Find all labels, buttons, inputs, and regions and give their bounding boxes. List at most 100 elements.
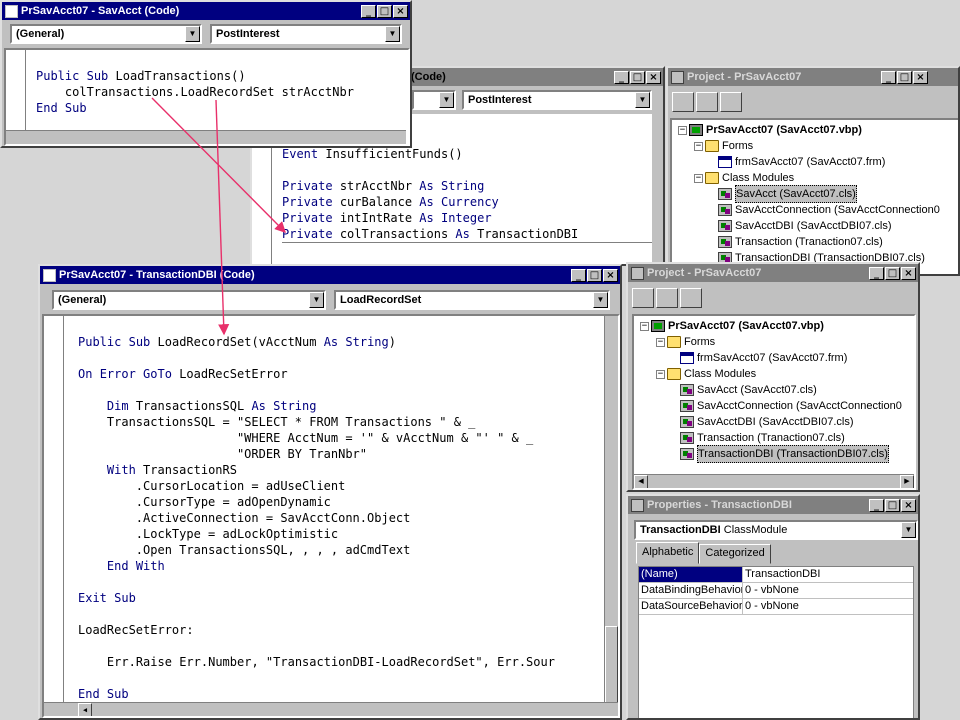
code-line[interactable]: "WHERE AcctNum = '" & vAcctNum & "' " & … xyxy=(78,430,618,446)
code-line[interactable]: "ORDER BY TranNbr" xyxy=(78,446,618,462)
folder-node[interactable]: − Class Modules xyxy=(694,170,794,186)
property-row[interactable]: (Name) TransactionDBI xyxy=(639,567,913,583)
code-line[interactable]: Private colTransactions As TransactionDB… xyxy=(282,226,652,242)
chevron-down-icon[interactable]: ▼ xyxy=(635,92,650,108)
chevron-down-icon[interactable]: ▼ xyxy=(439,92,454,108)
maximize-button[interactable]: □ xyxy=(897,70,912,84)
class-module-node[interactable]: SavAcctConnection (SavAcctConnection0 xyxy=(680,398,902,414)
code-line[interactable]: LoadRecSetError: xyxy=(78,622,618,638)
code-line[interactable] xyxy=(282,162,652,178)
code-line[interactable] xyxy=(78,638,618,654)
view-object-icon[interactable] xyxy=(696,92,718,112)
collapse-icon[interactable]: − xyxy=(640,321,649,331)
class-module-node[interactable]: SavAcctDBI (SavAcctDBI07.cls) xyxy=(680,414,854,430)
vertical-scrollbar[interactable] xyxy=(604,316,618,716)
close-button[interactable]: × xyxy=(603,268,618,282)
code-line[interactable]: End Sub xyxy=(78,686,618,702)
collapse-icon[interactable]: − xyxy=(656,337,665,347)
code-line[interactable]: Private strAcctNbr As String xyxy=(282,178,652,194)
maximize-button[interactable]: □ xyxy=(377,4,392,18)
view-code-icon[interactable] xyxy=(672,92,694,112)
project-bottom-titlebar[interactable]: Project - PrSavAcct07 _ □ × xyxy=(628,264,918,282)
maximize-button[interactable]: □ xyxy=(885,266,900,280)
scroll-left-icon[interactable]: ◀ xyxy=(78,703,92,716)
minimize-button[interactable]: _ xyxy=(361,4,376,18)
maximize-button[interactable]: □ xyxy=(587,268,602,282)
code-line[interactable]: End Sub xyxy=(36,100,408,116)
class-module-node[interactable]: Transaction (Tranaction07.cls) xyxy=(680,430,845,446)
code-line[interactable]: On Error GoTo LoadRecSetError xyxy=(78,366,618,382)
close-button[interactable]: × xyxy=(393,4,408,18)
code-line[interactable]: .Open TransactionsSQL, , , , adCmdText xyxy=(78,542,618,558)
main-code-editor[interactable]: Public Sub LoadRecordSet(vAcctNum As Str… xyxy=(42,314,620,718)
project-node[interactable]: − PrSavAcct07 (SavAcct07.vbp) xyxy=(678,122,862,138)
code-line[interactable]: .ActiveConnection = SavAcctConn.Object xyxy=(78,510,618,526)
code-line[interactable]: .CursorType = adOpenDynamic xyxy=(78,494,618,510)
maximize-button[interactable]: □ xyxy=(885,498,900,512)
minimize-button[interactable]: _ xyxy=(571,268,586,282)
class-module-node[interactable]: SavAcct (SavAcct07.cls) xyxy=(680,382,817,398)
top-proc-combo[interactable]: PostInterest ▼ xyxy=(210,24,402,44)
code-line[interactable] xyxy=(78,382,618,398)
close-button[interactable]: × xyxy=(913,70,928,84)
horizontal-scrollbar[interactable]: ◀ ▶ xyxy=(634,474,914,488)
close-button[interactable]: × xyxy=(901,498,916,512)
code-line[interactable]: Dim TransactionsSQL As String xyxy=(78,398,618,414)
property-value[interactable]: 0 - vbNone xyxy=(743,599,913,614)
collapse-icon[interactable]: − xyxy=(694,173,703,183)
scroll-left-icon[interactable]: ◀ xyxy=(634,475,648,488)
folder-node[interactable]: − Forms xyxy=(694,138,753,154)
code-line[interactable]: Err.Raise Err.Number, "TransactionDBI-Lo… xyxy=(78,654,618,670)
class-module-node[interactable]: Transaction (Tranaction07.cls) xyxy=(718,234,883,250)
code-line[interactable] xyxy=(78,606,618,622)
close-button[interactable]: × xyxy=(646,70,661,84)
scroll-right-icon[interactable]: ▶ xyxy=(900,475,914,488)
chevron-down-icon[interactable]: ▼ xyxy=(593,292,608,308)
minimize-button[interactable]: _ xyxy=(614,70,629,84)
view-object-icon[interactable] xyxy=(656,288,678,308)
project-node[interactable]: − PrSavAcct07 (SavAcct07.vbp) xyxy=(640,318,824,334)
chevron-down-icon[interactable]: ▼ xyxy=(385,26,400,42)
class-module-node[interactable]: SavAcctConnection (SavAcctConnection0 xyxy=(718,202,940,218)
property-value[interactable]: TransactionDBI xyxy=(743,567,913,582)
code-line[interactable]: Private curBalance As Currency xyxy=(282,194,652,210)
collapse-icon[interactable]: − xyxy=(694,141,703,151)
horizontal-scrollbar[interactable]: ◀ xyxy=(44,702,618,716)
property-row[interactable]: DataBindingBehavior 0 - vbNone xyxy=(639,583,913,599)
mid-object-combo[interactable]: ▼ xyxy=(412,90,456,110)
minimize-button[interactable]: _ xyxy=(869,266,884,280)
object-selector-combo[interactable]: TransactionDBI ClassModule ▼ xyxy=(634,520,918,540)
toggle-folders-icon[interactable] xyxy=(680,288,702,308)
code-line[interactable]: Exit Sub xyxy=(78,590,618,606)
code-line[interactable]: TransactionsSQL = "SELECT * FROM Transac… xyxy=(78,414,618,430)
code-line[interactable]: .CursorLocation = adUseClient xyxy=(78,478,618,494)
mid-proc-combo[interactable]: PostInterest ▼ xyxy=(462,90,652,110)
chevron-down-icon[interactable]: ▼ xyxy=(309,292,324,308)
chevron-down-icon[interactable]: ▼ xyxy=(901,522,916,538)
minimize-button[interactable]: _ xyxy=(881,70,896,84)
form-node[interactable]: frmSavAcct07 (SavAcct07.frm) xyxy=(680,350,847,366)
code-line[interactable] xyxy=(78,350,618,366)
folder-node[interactable]: − Forms xyxy=(656,334,715,350)
main-code-titlebar[interactable]: PrSavAcct07 - TransactionDBI (Code) _ □ … xyxy=(40,266,620,284)
collapse-icon[interactable]: − xyxy=(678,125,687,135)
main-proc-combo[interactable]: LoadRecordSet ▼ xyxy=(334,290,610,310)
top-code-titlebar[interactable]: PrSavAcct07 - SavAcct (Code) _ □ × xyxy=(2,2,410,20)
code-line[interactable]: With TransactionRS xyxy=(78,462,618,478)
form-node[interactable]: frmSavAcct07 (SavAcct07.frm) xyxy=(718,154,885,170)
properties-titlebar[interactable]: Properties - TransactionDBI _ □ × xyxy=(628,496,918,514)
class-module-node[interactable]: SavAcctDBI (SavAcctDBI07.cls) xyxy=(718,218,892,234)
project-top-titlebar[interactable]: Project - PrSavAcct07 _ □ × xyxy=(668,68,958,86)
horizontal-scrollbar[interactable] xyxy=(6,130,406,144)
tab-categorized[interactable]: Categorized xyxy=(699,544,771,564)
chevron-down-icon[interactable]: ▼ xyxy=(185,26,200,42)
class-module-node[interactable]: SavAcct (SavAcct07.cls) xyxy=(718,185,857,203)
class-module-node[interactable]: TransactionDBI (TransactionDBI07.cls) xyxy=(680,445,889,463)
code-line[interactable]: Private intIntRate As Integer xyxy=(282,210,652,226)
tab-alphabetic[interactable]: Alphabetic xyxy=(636,542,700,564)
top-code-editor[interactable]: Public Sub LoadTransactions() colTransac… xyxy=(4,48,410,146)
main-object-combo[interactable]: (General) ▼ xyxy=(52,290,326,310)
maximize-button[interactable]: □ xyxy=(630,70,645,84)
property-value[interactable]: 0 - vbNone xyxy=(743,583,913,598)
code-line[interactable] xyxy=(78,574,618,590)
